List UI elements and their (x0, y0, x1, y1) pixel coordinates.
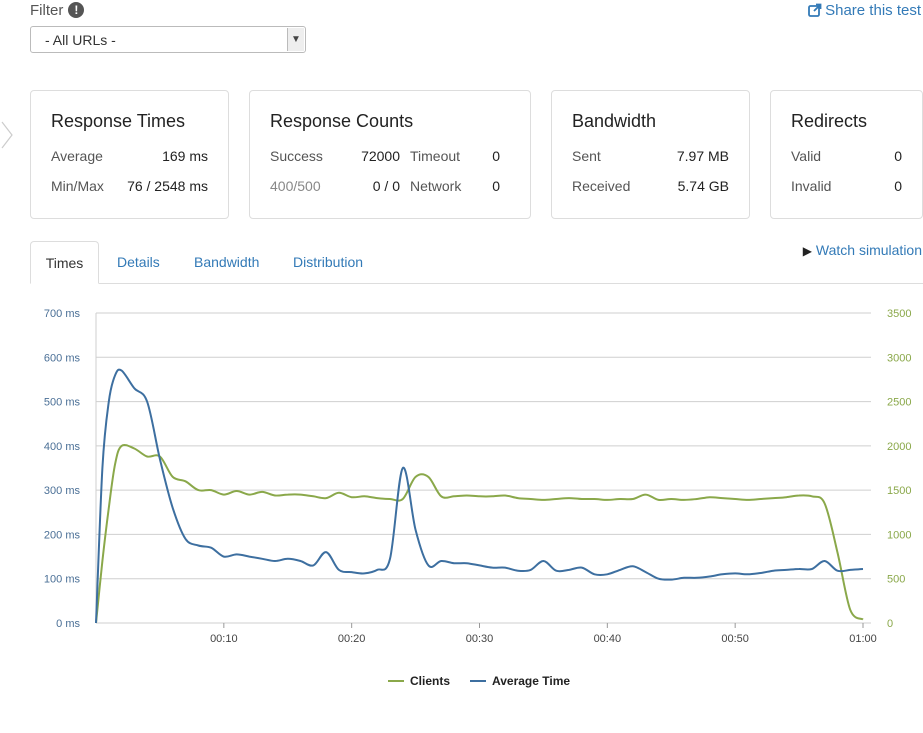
x-tick-label: 00:40 (594, 633, 622, 645)
y-right-tick-label: 3500 (887, 308, 911, 320)
legend-clients-swatch (388, 679, 404, 682)
tab-times[interactable]: Times (30, 241, 99, 284)
network-value: 0 (492, 178, 500, 194)
x-tick-label: 00:50 (721, 633, 749, 645)
tab-details[interactable]: Details (101, 241, 176, 283)
y-left-tick-label: 500 ms (44, 397, 81, 409)
filter-label: Filter! (30, 2, 85, 19)
y-right-tick-label: 2000 (887, 441, 911, 453)
y-right-tick-label: 500 (887, 574, 905, 586)
watch-simulation-link[interactable]: ▶ Watch simulation (803, 242, 922, 258)
average-label: Average (51, 148, 103, 164)
info-icon[interactable]: ! (68, 2, 85, 19)
bandwidth-card: Bandwidth Sent 7.97 MB Received 5.74 GB (551, 90, 750, 219)
x-tick-label: 00:10 (210, 633, 238, 645)
network-label: Network (410, 178, 462, 194)
redirects-title: Redirects (791, 111, 868, 131)
chart-tabs: Times Details Bandwidth Distribution (30, 241, 923, 284)
left-axis-ticks: 0 ms 100 ms 200 ms 300 ms 400 ms 500 ms 600 ms… (44, 308, 81, 630)
y-right-tick-label: 0 (887, 618, 893, 630)
legend-clients[interactable]: Clients (388, 674, 450, 688)
x-tick-label: 01:00 (849, 633, 877, 645)
share-test-link[interactable]: Share this test (808, 2, 921, 19)
x-tick-label: 00:30 (466, 633, 494, 645)
y-right-tick-label: 3000 (887, 352, 911, 364)
minmax-value: 76 / 2548 ms (127, 178, 208, 194)
response-times-title: Response Times (51, 111, 186, 131)
legend-average-time-label: Average Time (492, 674, 571, 688)
y-right-tick-label: 1500 (887, 485, 911, 497)
response-counts-title: Response Counts (270, 111, 414, 131)
errors-value: 0 / 0 (372, 178, 400, 194)
received-label: Received (572, 178, 631, 194)
legend-clients-label: Clients (410, 674, 451, 688)
invalid-value: 0 (894, 178, 902, 194)
invalid-label: Invalid (791, 178, 832, 194)
success-value: 72000 (361, 148, 400, 164)
y-right-tick-label: 1000 (887, 529, 911, 541)
y-left-tick-label: 300 ms (44, 485, 81, 497)
y-left-tick-label: 600 ms (44, 352, 81, 364)
sent-label: Sent (572, 148, 601, 164)
x-tick-label: 00:20 (338, 633, 366, 645)
chart-grid (95, 312, 871, 624)
y-right-tick-label: 2500 (887, 397, 911, 409)
chart-series (95, 368, 864, 624)
y-left-tick-label: 200 ms (44, 529, 81, 541)
received-value: 5.74 GB (677, 178, 729, 194)
y-left-tick-label: 400 ms (44, 441, 81, 453)
x-axis-ticks: 00:10 00:20 00:30 00:40 00:50 01:00 (210, 623, 877, 645)
y-left-tick-label: 100 ms (44, 574, 81, 586)
right-axis-ticks: 0 500 1000 1500 2000 2500 3000 3500 (887, 308, 911, 630)
legend-average-time[interactable]: Average Time (470, 674, 570, 688)
errors-label: 400/500 (270, 178, 321, 194)
play-icon: ▶ (802, 244, 812, 258)
share-test-label: Share this test (825, 2, 921, 19)
url-filter-value: - All URLs - (45, 32, 116, 48)
success-label: Success (270, 148, 323, 164)
filter-label-text: Filter (30, 2, 64, 19)
response-counts-card: Response Counts Success 72000 Timeout 0 … (249, 90, 531, 219)
share-icon (808, 3, 822, 17)
tab-distribution[interactable]: Distribution (277, 241, 379, 283)
y-left-tick-label: 0 ms (56, 618, 80, 630)
average-value: 169 ms (162, 148, 208, 164)
response-times-card: Response Times Average 169 ms Min/Max 76… (30, 90, 229, 219)
watch-simulation-label: Watch simulation (815, 242, 922, 258)
minmax-label: Min/Max (51, 178, 104, 194)
legend-average-time-swatch (470, 679, 486, 682)
url-filter-select[interactable]: - All URLs - ▼ (30, 26, 306, 53)
tab-bandwidth[interactable]: Bandwidth (178, 241, 275, 283)
valid-label: Valid (791, 148, 822, 164)
chevron-right-icon[interactable] (0, 120, 14, 150)
timeout-value: 0 (492, 148, 500, 164)
timeout-label: Timeout (410, 148, 461, 164)
chevron-down-icon[interactable]: ▼ (287, 28, 304, 51)
sent-value: 7.97 MB (676, 148, 729, 164)
bandwidth-title: Bandwidth (572, 111, 657, 131)
y-left-tick-label: 700 ms (44, 308, 81, 320)
valid-value: 0 (894, 148, 902, 164)
times-chart: 0 ms 100 ms 200 ms 300 ms 400 ms 500 ms 600 ms… (44, 308, 912, 645)
redirects-card: Redirects Valid 0 Invalid 0 (770, 90, 923, 219)
